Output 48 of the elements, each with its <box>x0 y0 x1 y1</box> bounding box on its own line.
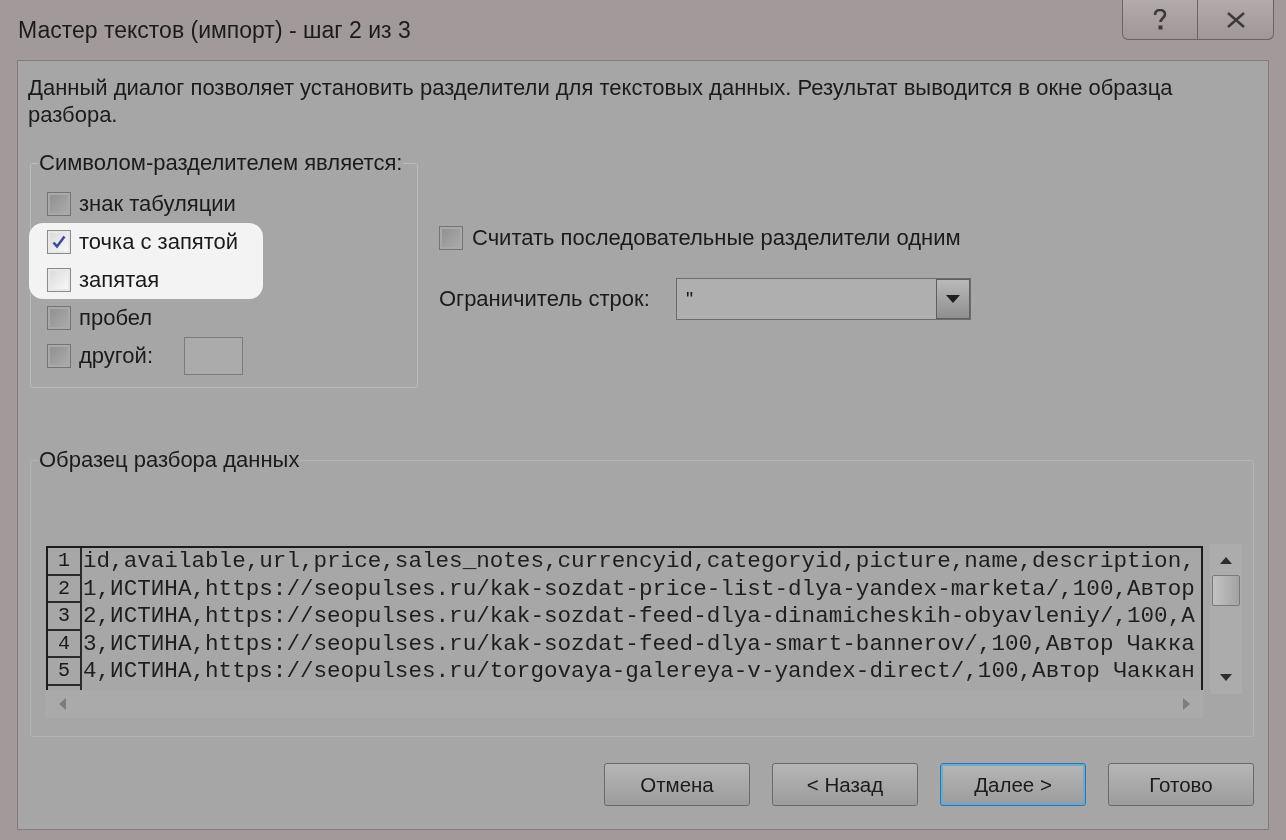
row-number: 3 <box>48 603 82 631</box>
help-button[interactable] <box>1122 0 1198 40</box>
preview-row-text: 1,ИСТИНА,https://seopulses.ru/kak-sozdat-price-list-dlya-yandex-marketa/,100,Автор <box>82 575 1195 603</box>
checkbox[interactable] <box>439 226 463 250</box>
checkbox-label: другой: <box>79 343 154 369</box>
row-number: 1 <box>48 548 82 576</box>
preview-row-text: 4,ИСТИНА,https://seopulses.ru/torgovaya-galereya-v-yandex-direct/,100,Автор Чаккан <box>82 658 1195 686</box>
caret-icon <box>946 295 960 303</box>
close-button[interactable] <box>1198 0 1274 40</box>
group-label: Символом-разделителем является: <box>38 151 404 175</box>
checkbox-label: запятая <box>79 267 160 293</box>
checkbox[interactable] <box>47 192 71 216</box>
field-label: Ограничитель строк: <box>439 286 651 312</box>
preview-row-text: 3,ИСТИНА,https://seopulses.ru/kak-sozdat-feed-dlya-smart-bannerov/,100,Автор Чакка <box>82 630 1195 658</box>
dropdown-value: " <box>685 287 695 311</box>
right-arrow-icon[interactable] <box>1182 698 1191 710</box>
left-arrow-icon[interactable] <box>58 698 67 710</box>
window-title: Мастер текстов (импорт) - шаг 2 из 3 <box>18 16 411 44</box>
description-text: Данный диалог позволяет установить разделители для текстовых данных. Результат выводится в окне образца разбора. <box>28 74 1174 128</box>
dropdown-button[interactable] <box>936 279 970 319</box>
checkbox[interactable] <box>47 230 71 254</box>
checkbox-label: Считать последовательные разделители одним <box>472 225 961 251</box>
help-icon <box>1153 8 1167 31</box>
row-number: 4 <box>48 630 82 658</box>
checkbox-label: знак табуляции <box>79 191 236 217</box>
vertical-scrollbar[interactable] <box>1210 544 1242 694</box>
dialog-button[interactable]: Отмена <box>604 763 750 806</box>
checkbox-label: точка с запятой <box>79 229 239 255</box>
row-number: 2 <box>48 575 82 603</box>
check-icon <box>52 235 66 249</box>
group-label: Образец разбора данных <box>38 448 301 472</box>
preview-row-text: 2,ИСТИНА,https://seopulses.ru/kak-sozdat-feed-dlya-dinamicheskih-obyavleniy/,100,А <box>82 603 1195 631</box>
dropdown[interactable]: " <box>676 278 971 320</box>
other-delimiter-field[interactable] <box>184 337 243 375</box>
dialog-button[interactable]: Далее > <box>940 763 1086 806</box>
horizontal-scrollbar[interactable] <box>46 690 1203 718</box>
close-icon <box>1225 11 1246 28</box>
scrollbar-thumb[interactable] <box>1212 575 1240 606</box>
dialog-button[interactable]: Готово <box>1108 763 1254 806</box>
checkbox[interactable] <box>47 268 71 292</box>
down-arrow-icon[interactable] <box>1220 673 1232 682</box>
dialog-button[interactable]: < Назад <box>772 763 918 806</box>
checkbox[interactable] <box>47 344 71 368</box>
checkbox-label: пробел <box>79 305 153 331</box>
row-number: 5 <box>48 658 82 686</box>
up-arrow-icon[interactable] <box>1220 556 1232 565</box>
checkbox[interactable] <box>47 306 71 330</box>
preview-row-text: id,available,url,price,sales_notes,currencyid,categoryid,picture,name,description, <box>82 548 1195 576</box>
